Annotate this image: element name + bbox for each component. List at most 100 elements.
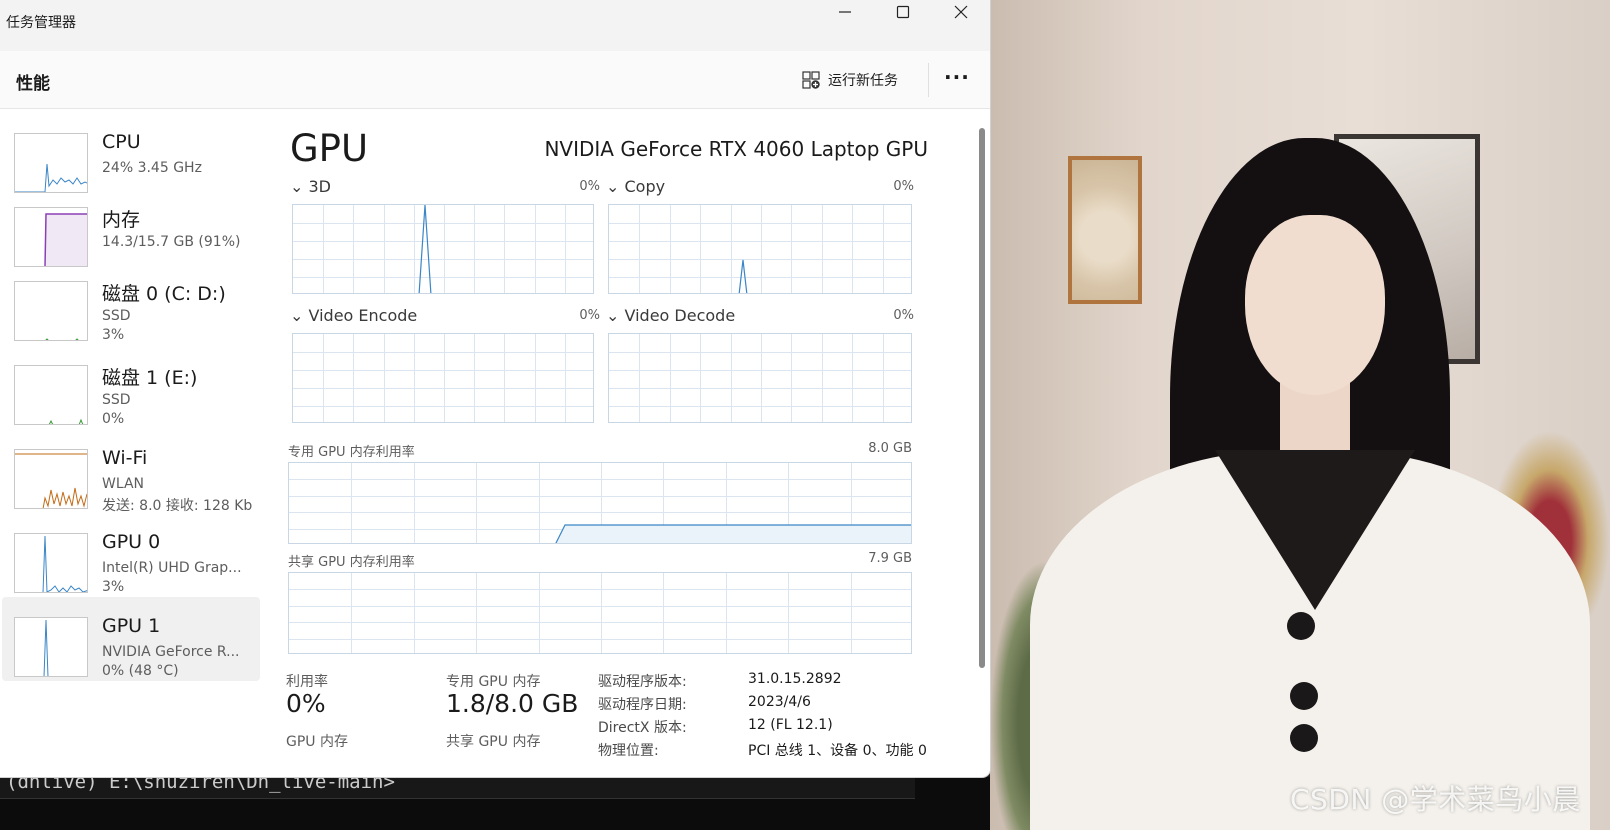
wall-picture-left	[1068, 156, 1142, 304]
disk1-thumbnail-graph	[14, 365, 88, 425]
task-manager-window: 任务管理器 性能 运行新任务 ··· CPU 24% 3.45 GHz 内存 1…	[0, 0, 990, 777]
watermark: CSDN @学术菜鸟小晨	[1290, 783, 1581, 816]
sidebar-item-memory[interactable]: 内存 14.3/15.7 GB (91%)	[2, 187, 260, 271]
engine-percent: 0%	[579, 308, 600, 323]
sidebar-item-label: 内存	[102, 209, 141, 231]
app-title: 任务管理器	[6, 15, 76, 31]
shared-memory-graph-max: 7.9 GB	[868, 551, 912, 566]
sidebar-item-label: Wi-Fi	[102, 447, 148, 469]
engine-graph-copy	[608, 204, 912, 294]
page-header: 性能 运行新任务 ···	[0, 51, 990, 109]
driver-date-key: 驱动程序日期:	[598, 697, 687, 713]
sidebar-item-value: 0%	[102, 411, 125, 427]
minimize-button[interactable]	[816, 0, 874, 24]
sidebar-item-detail: 24% 3.45 GHz	[102, 160, 202, 176]
driver-version-value: 31.0.15.2892	[748, 671, 842, 687]
new-task-icon	[802, 71, 820, 89]
physical-location-value: PCI 总线 1、设备 0、功能 0	[748, 743, 927, 759]
sidebar-item-value: 3%	[102, 579, 125, 595]
page-title: 性能	[16, 74, 50, 94]
close-icon	[954, 5, 968, 19]
sidebar-item-wifi[interactable]: Wi-Fi WLAN 发送: 8.0 接收: 128 Kb	[2, 429, 260, 514]
run-new-task-button[interactable]: 运行新任务	[802, 67, 898, 93]
dedicated-memory-label: 专用 GPU 内存	[446, 674, 541, 690]
sidebar-item-value: 发送: 8.0 接收: 128 Kb	[102, 498, 253, 514]
engine-graph-video-encode	[292, 333, 594, 423]
page-title: GPU	[290, 127, 369, 170]
sidebar-item-label: GPU 1	[102, 615, 161, 637]
utilization-label: 利用率	[286, 674, 328, 690]
engine-graph-3d	[292, 204, 594, 294]
dedicated-memory-graph-label: 专用 GPU 内存利用率	[288, 445, 415, 460]
engine-label: Video Decode	[624, 306, 736, 325]
performance-sidebar: CPU 24% 3.45 GHz 内存 14.3/15.7 GB (91%) 磁…	[0, 109, 262, 777]
maximize-button[interactable]	[874, 0, 932, 24]
dedicated-memory-graph	[288, 462, 912, 544]
gpu-memory-label: GPU 内存	[286, 734, 348, 750]
graph-line	[555, 524, 911, 543]
dedicated-memory-graph-max: 8.0 GB	[868, 441, 912, 456]
sidebar-item-disk-1[interactable]: 磁盘 1 (E:) SSD 0%	[2, 345, 260, 429]
minimize-icon	[839, 11, 851, 13]
engine-dropdown-video-encode[interactable]: ⌄ Video Encode	[290, 306, 417, 325]
wifi-thumbnail-graph	[14, 449, 88, 509]
coat-button	[1290, 724, 1318, 752]
sidebar-item-gpu-1[interactable]: GPU 1 NVIDIA GeForce R... 0% (48 °C)	[2, 597, 260, 681]
sidebar-item-detail: WLAN	[102, 476, 145, 492]
graph-grid	[609, 334, 911, 422]
sidebar-item-value: 3%	[102, 327, 125, 343]
physical-location-key: 物理位置:	[598, 743, 659, 759]
driver-date-value: 2023/4/6	[748, 694, 811, 710]
cpu-thumbnail-graph	[14, 133, 88, 193]
sidebar-item-disk-0[interactable]: 磁盘 0 (C: D:) SSD 3%	[2, 261, 260, 345]
gpu0-thumbnail-graph	[14, 533, 88, 593]
scrollbar[interactable]	[979, 128, 985, 668]
coat-button	[1287, 612, 1315, 640]
disk0-thumbnail-graph	[14, 281, 88, 341]
sidebar-item-label: CPU	[102, 131, 141, 153]
sidebar-item-detail: Intel(R) UHD Grap...	[102, 560, 242, 576]
engine-percent: 0%	[579, 179, 600, 194]
graph-grid	[289, 573, 911, 653]
directx-version-key: DirectX 版本:	[598, 720, 687, 736]
coat-button	[1290, 682, 1318, 710]
sidebar-item-label: 磁盘 1 (E:)	[102, 367, 198, 389]
engine-graph-video-decode	[608, 333, 912, 423]
sidebar-item-cpu[interactable]: CPU 24% 3.45 GHz	[2, 113, 260, 197]
engine-label: Copy	[624, 177, 666, 196]
engine-dropdown-video-decode[interactable]: ⌄ Video Decode	[606, 306, 735, 325]
engine-label: 3D	[308, 177, 332, 196]
graph-grid	[293, 334, 593, 422]
shared-memory-label: 共享 GPU 内存	[446, 734, 541, 750]
engine-dropdown-copy[interactable]: ⌄ Copy	[606, 177, 665, 196]
shared-memory-graph	[288, 572, 912, 654]
engine-dropdown-3d[interactable]: ⌄ 3D	[290, 177, 331, 196]
sidebar-item-detail: 14.3/15.7 GB (91%)	[102, 234, 241, 250]
shared-memory-graph-label: 共享 GPU 内存利用率	[288, 555, 415, 570]
dedicated-memory-value: 1.8/8.0 GB	[446, 689, 579, 718]
maximize-icon	[896, 5, 910, 19]
engine-label: Video Encode	[308, 306, 418, 325]
gpu1-thumbnail-graph	[14, 617, 88, 677]
driver-version-key: 驱动程序版本:	[598, 674, 687, 690]
presenter-face	[1245, 215, 1385, 395]
sidebar-item-detail: SSD	[102, 308, 131, 324]
more-options-button[interactable]: ···	[944, 65, 970, 89]
video-frame	[990, 0, 1610, 830]
header-divider	[928, 63, 929, 97]
sidebar-item-detail: NVIDIA GeForce R...	[102, 644, 240, 660]
engine-percent: 0%	[893, 179, 914, 194]
sidebar-item-value: 0% (48 °C)	[102, 663, 179, 679]
sidebar-item-label: 磁盘 0 (C: D:)	[102, 283, 226, 305]
memory-thumbnail-graph	[14, 207, 88, 267]
directx-version-value: 12 (FL 12.1)	[748, 717, 833, 733]
run-new-task-label: 运行新任务	[828, 73, 898, 89]
sidebar-item-detail: SSD	[102, 392, 131, 408]
graph-line	[418, 205, 432, 293]
graph-line	[738, 259, 748, 293]
title-bar[interactable]: 任务管理器	[0, 0, 990, 51]
close-button[interactable]	[932, 0, 990, 24]
engine-percent: 0%	[893, 308, 914, 323]
gpu-model-name: NVIDIA GeForce RTX 4060 Laptop GPU	[544, 137, 928, 161]
sidebar-item-gpu-0[interactable]: GPU 0 Intel(R) UHD Grap... 3%	[2, 513, 260, 597]
